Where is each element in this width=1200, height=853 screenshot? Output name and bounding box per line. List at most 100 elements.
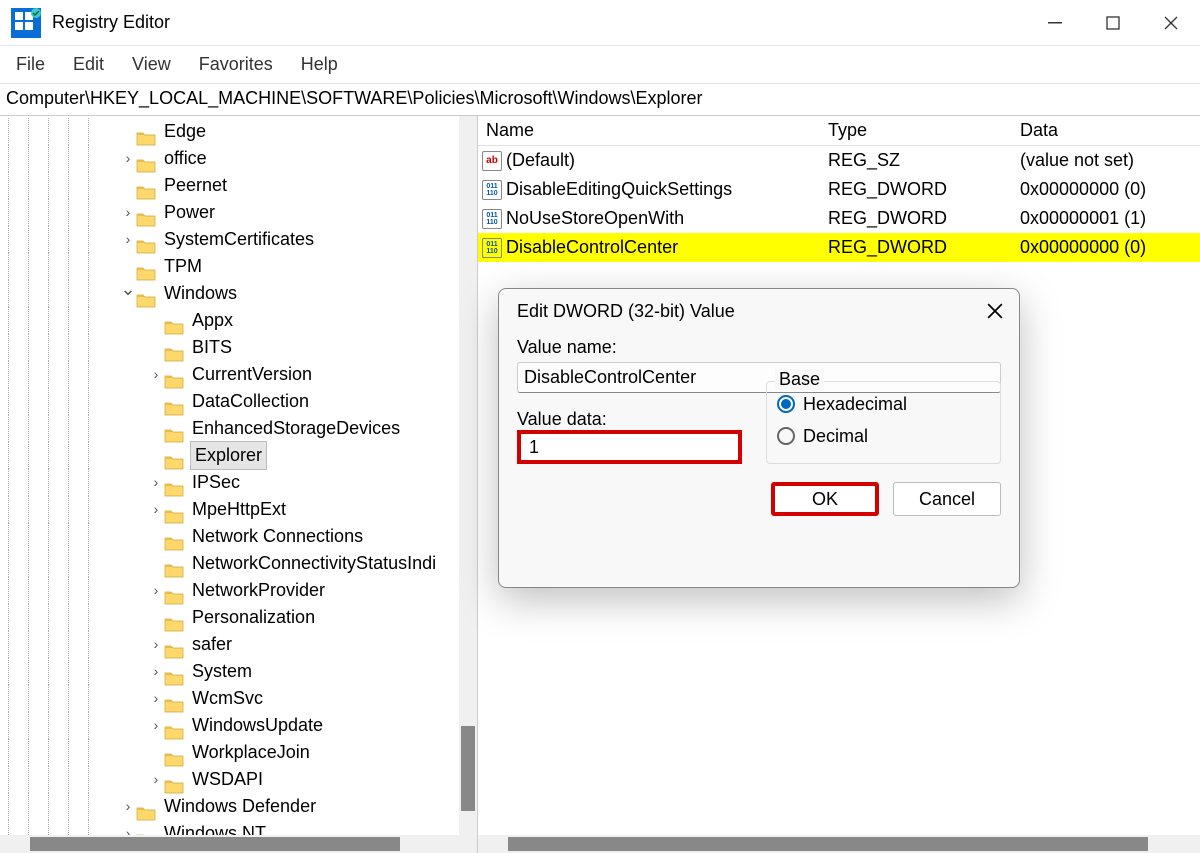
tree-item-edge[interactable]: ›Edge <box>0 118 477 145</box>
value-data-input[interactable]: 1 <box>517 430 742 464</box>
tree-item-explorer[interactable]: ›Explorer <box>0 442 477 469</box>
menu-help[interactable]: Help <box>301 54 338 75</box>
menu-favorites[interactable]: Favorites <box>199 54 273 75</box>
value-type: REG_DWORD <box>828 208 1020 229</box>
list-row[interactable]: 011110NoUseStoreOpenWithREG_DWORD0x00000… <box>478 204 1200 233</box>
dword-value-icon: 011110 <box>482 238 502 258</box>
tree-item-network-connections[interactable]: ›Network Connections <box>0 523 477 550</box>
tree-item-label: EnhancedStorageDevices <box>190 415 402 442</box>
menu-edit[interactable]: Edit <box>73 54 104 75</box>
address-bar[interactable]: Computer\HKEY_LOCAL_MACHINE\SOFTWARE\Pol… <box>0 84 1200 116</box>
maximize-button[interactable] <box>1084 0 1142 46</box>
tree-pane: ›Edge›office›Peernet›Power›SystemCertifi… <box>0 116 478 853</box>
tree-item-label: Peernet <box>162 172 229 199</box>
tree-item-windowsupdate[interactable]: ›WindowsUpdate <box>0 712 477 739</box>
tree-item-wcmsvc[interactable]: › WcmSvc <box>0 685 477 712</box>
chevron-icon[interactable]: › <box>148 631 164 658</box>
cancel-button[interactable]: Cancel <box>893 482 1001 516</box>
chevron-icon[interactable]: › <box>120 145 136 172</box>
tree-item-label: Windows Defender <box>162 793 318 820</box>
tree-vscroll-thumb[interactable] <box>461 726 475 811</box>
chevron-icon[interactable]: › <box>120 199 136 226</box>
chevron-icon[interactable]: › <box>148 766 164 793</box>
tree-item-windows[interactable]: ⌄Windows <box>0 280 477 307</box>
folder-icon <box>164 367 184 383</box>
menu-file[interactable]: File <box>16 54 45 75</box>
folder-icon <box>164 502 184 518</box>
tree-item-appx[interactable]: ›Appx <box>0 307 477 334</box>
tree-item-system[interactable]: ›System <box>0 658 477 685</box>
tree-item-label: BITS <box>190 334 234 361</box>
tree-item-datacollection[interactable]: ›DataCollection <box>0 388 477 415</box>
tree-item-power[interactable]: ›Power <box>0 199 477 226</box>
tree-item-bits[interactable]: ›BITS <box>0 334 477 361</box>
tree-item-peernet[interactable]: ›Peernet <box>0 172 477 199</box>
tree-item-workplacejoin[interactable]: ›WorkplaceJoin <box>0 739 477 766</box>
minimize-button[interactable] <box>1026 0 1084 46</box>
menu-view[interactable]: View <box>132 54 171 75</box>
chevron-icon[interactable]: ⌄ <box>120 276 136 303</box>
list-hscroll-thumb[interactable] <box>508 837 1148 851</box>
tree-item-office[interactable]: ›office <box>0 145 477 172</box>
edit-dword-dialog: Edit DWORD (32-bit) Value Value name: Di… <box>498 288 1020 588</box>
tree-item-enhancedstoragedevices[interactable]: ›EnhancedStorageDevices <box>0 415 477 442</box>
value-name: (Default) <box>506 150 575 171</box>
values-list[interactable]: ab(Default)REG_SZ(value not set)011110Di… <box>478 146 1200 262</box>
chevron-icon[interactable]: › <box>148 685 164 712</box>
chevron-icon[interactable]: › <box>148 469 164 496</box>
tree-item-mpehttpext[interactable]: ›MpeHttpExt <box>0 496 477 523</box>
tree-item-networkprovider[interactable]: ›NetworkProvider <box>0 577 477 604</box>
folder-icon <box>164 475 184 491</box>
chevron-icon[interactable]: › <box>148 712 164 739</box>
tree-item-networkconnectivitystatusindi[interactable]: ›NetworkConnectivityStatusIndi <box>0 550 477 577</box>
radio-hex-label: Hexadecimal <box>803 394 907 415</box>
window-title: Registry Editor <box>52 12 170 33</box>
col-header-type[interactable]: Type <box>828 120 1020 141</box>
chevron-icon[interactable]: › <box>148 658 164 685</box>
chevron-icon[interactable]: › <box>120 226 136 253</box>
close-button[interactable] <box>1142 0 1200 46</box>
tree-item-currentversion[interactable]: ›CurrentVersion <box>0 361 477 388</box>
radio-decimal[interactable]: Decimal <box>777 420 990 452</box>
tree-item-wsdapi[interactable]: ›WSDAPI <box>0 766 477 793</box>
list-hscrollbar[interactable] <box>478 835 1200 853</box>
list-row[interactable]: ab(Default)REG_SZ(value not set) <box>478 146 1200 175</box>
chevron-icon[interactable]: › <box>148 361 164 388</box>
registry-tree[interactable]: ›Edge›office›Peernet›Power›SystemCertifi… <box>0 116 477 835</box>
chevron-icon[interactable]: › <box>120 820 136 835</box>
ok-button[interactable]: OK <box>771 482 879 516</box>
tree-vscrollbar[interactable] <box>459 116 477 835</box>
folder-icon <box>136 286 156 302</box>
col-header-data[interactable]: Data <box>1020 120 1200 141</box>
chevron-icon[interactable]: › <box>148 496 164 523</box>
list-row[interactable]: 011110DisableEditingQuickSettingsREG_DWO… <box>478 175 1200 204</box>
base-group: Base Hexadecimal Decimal <box>766 381 1001 464</box>
tree-item-personalization[interactable]: ›Personalization <box>0 604 477 631</box>
folder-icon <box>164 610 184 626</box>
value-name: DisableControlCenter <box>506 237 678 258</box>
tree-hscrollbar[interactable] <box>0 835 477 853</box>
dialog-close-button[interactable] <box>983 299 1007 323</box>
tree-item-systemcertificates[interactable]: ›SystemCertificates <box>0 226 477 253</box>
tree-item-ipsec[interactable]: ›IPSec <box>0 469 477 496</box>
tree-hscroll-thumb[interactable] <box>30 837 400 851</box>
folder-icon <box>136 259 156 275</box>
chevron-icon[interactable]: › <box>120 793 136 820</box>
list-row[interactable]: 011110DisableControlCenterREG_DWORD0x000… <box>478 233 1200 262</box>
chevron-icon[interactable]: › <box>148 577 164 604</box>
folder-icon <box>164 637 184 653</box>
folder-icon <box>164 772 184 788</box>
folder-icon <box>164 394 184 410</box>
col-header-name[interactable]: Name <box>478 120 828 141</box>
folder-icon <box>164 691 184 707</box>
tree-item-label: Personalization <box>190 604 317 631</box>
radio-hexadecimal[interactable]: Hexadecimal <box>777 388 990 420</box>
tree-item-windows-defender[interactable]: › Windows Defender <box>0 793 477 820</box>
tree-item-windows-nt[interactable]: ›Windows NT <box>0 820 477 835</box>
value-data: 0x00000000 (0) <box>1020 179 1200 200</box>
tree-item-tpm[interactable]: ›TPM <box>0 253 477 280</box>
list-header: Name Type Data <box>478 116 1200 146</box>
folder-icon <box>164 745 184 761</box>
tree-item-label: WcmSvc <box>190 685 265 712</box>
tree-item-safer[interactable]: ›safer <box>0 631 477 658</box>
